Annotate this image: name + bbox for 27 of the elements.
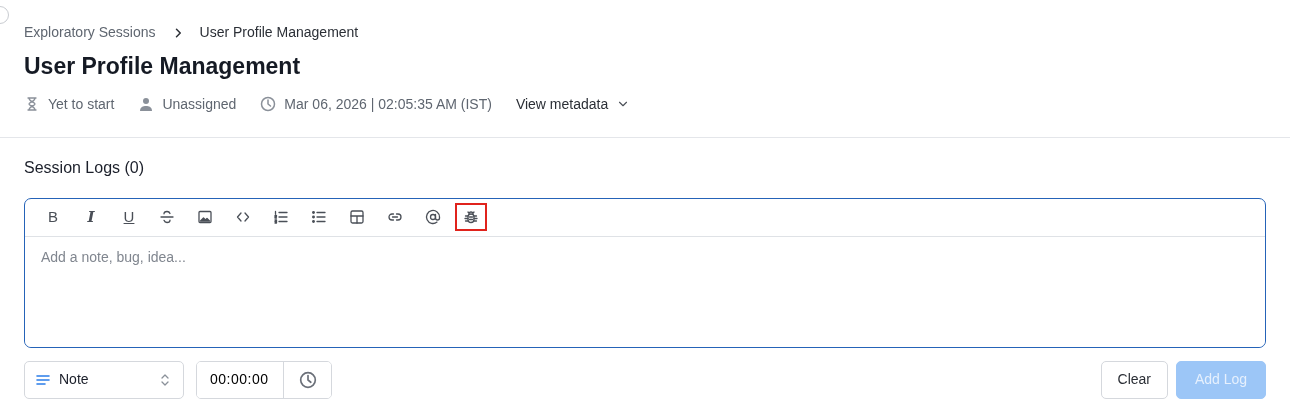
underline-button[interactable]: U xyxy=(113,203,145,231)
log-type-select[interactable]: Note xyxy=(24,360,184,399)
page-title: User Profile Management xyxy=(24,52,302,81)
bug-button[interactable] xyxy=(455,203,487,231)
image-icon xyxy=(197,209,213,225)
person-icon xyxy=(138,96,155,112)
bold-button[interactable]: B xyxy=(37,203,69,231)
view-metadata-toggle[interactable]: View metadata xyxy=(515,93,631,115)
timestamp: Mar 06, 2026 | 02:05:35 AM (IST) xyxy=(284,94,492,114)
italic-button[interactable]: I xyxy=(75,203,107,231)
strikethrough-icon xyxy=(159,209,175,225)
table-icon xyxy=(349,209,365,225)
breadcrumb-link[interactable]: Exploratory Sessions xyxy=(24,22,156,43)
time-field[interactable]: 00:00:00 xyxy=(196,360,332,399)
section-title: Session Logs (0) xyxy=(24,157,146,178)
breadcrumb-current: User Profile Management xyxy=(199,23,359,42)
status-text: Yet to start xyxy=(48,94,115,114)
clear-button[interactable]: Clear xyxy=(1100,360,1168,399)
numbered-list-icon xyxy=(273,209,289,225)
bullet-list-icon xyxy=(311,209,327,225)
note-editor[interactable]: B I U Add a note, bug, idea... xyxy=(24,197,1266,348)
clock-icon xyxy=(298,370,317,389)
time-picker-button[interactable] xyxy=(283,361,331,398)
bug-icon xyxy=(463,209,479,225)
at-sign-icon xyxy=(425,209,441,225)
clock-icon xyxy=(260,96,277,112)
assignee-text: Unassigned xyxy=(162,94,237,114)
